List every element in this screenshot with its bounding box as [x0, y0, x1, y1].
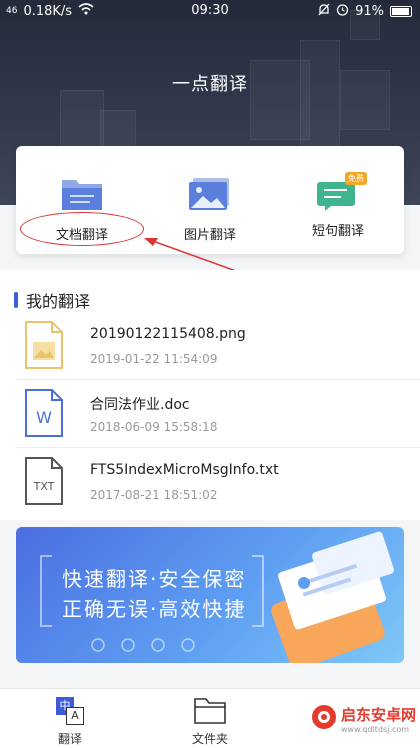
tab-translate-label: 翻译: [57, 732, 82, 746]
sentence-translate-button[interactable]: 免费 短句翻译: [278, 172, 398, 239]
battery-icon: [390, 6, 412, 17]
tab-folder-label: 文件夹: [191, 732, 228, 746]
alarm-icon: [336, 3, 349, 20]
section-title: 我的翻译: [26, 292, 91, 311]
annotation-ellipse: [20, 212, 144, 246]
folder-icon: [22, 176, 142, 216]
file-row[interactable]: W 合同法作业.doc 2018-06-09 15:58:18: [0, 380, 420, 448]
watermark-title: 启东安卓网: [340, 706, 416, 724]
translate-icon-a: A: [66, 707, 84, 725]
file-name: 20190122115408.png: [90, 326, 246, 342]
watermark-logo-icon: [311, 704, 337, 734]
file-name: FTS5IndexMicroMsgInfo.txt: [90, 462, 279, 478]
txt-file-label: TXT: [33, 480, 55, 493]
file-name: 合同法作业.doc: [90, 397, 190, 413]
section-header: 我的翻译: [14, 288, 90, 312]
file-date: 2018-06-09 15:58:18: [90, 420, 218, 434]
tab-folder[interactable]: 文件夹: [170, 695, 250, 747]
image-translate-button[interactable]: 图片翻译: [150, 176, 270, 243]
image-translate-label: 图片翻译: [183, 228, 236, 243]
folder-outline-icon: [193, 695, 227, 728]
word-file-icon: W: [24, 388, 64, 438]
watermark-url: www.qdltdsj.com: [340, 725, 410, 734]
sentence-translate-label: 短句翻译: [311, 224, 364, 239]
section-accent-bar: [14, 292, 18, 308]
file-row[interactable]: TXT FTS5IndexMicroMsgInfo.txt 2017-08-21…: [0, 448, 420, 516]
mute-icon: [318, 3, 330, 20]
file-row[interactable]: 20190122115408.png 2019-01-22 11:54:09: [0, 312, 420, 380]
status-bar: 46 0.18K/s 09:30 91%: [0, 0, 420, 22]
txt-file-icon: TXT: [24, 456, 64, 506]
file-date: 2019-01-22 11:54:09: [90, 352, 218, 366]
image-file-icon: [24, 320, 64, 374]
banner-illustration: [91, 531, 394, 663]
file-date: 2017-08-21 18:51:02: [90, 488, 218, 502]
image-icon: [150, 176, 270, 216]
watermark: 启东安卓网 www.qdltdsj.com: [311, 704, 416, 734]
translate-icon: 中 A: [54, 695, 86, 725]
chat-icon: 免费: [315, 172, 367, 212]
page-title: 一点翻译: [172, 74, 248, 95]
word-file-label: W: [36, 408, 52, 427]
promo-banner[interactable]: 快速翻译·安全保密 正确无误·高效快捷: [16, 527, 404, 663]
battery-level: 91%: [355, 4, 384, 19]
tab-translate[interactable]: 中 A 翻译: [30, 695, 110, 747]
free-badge: 免费: [345, 172, 367, 185]
